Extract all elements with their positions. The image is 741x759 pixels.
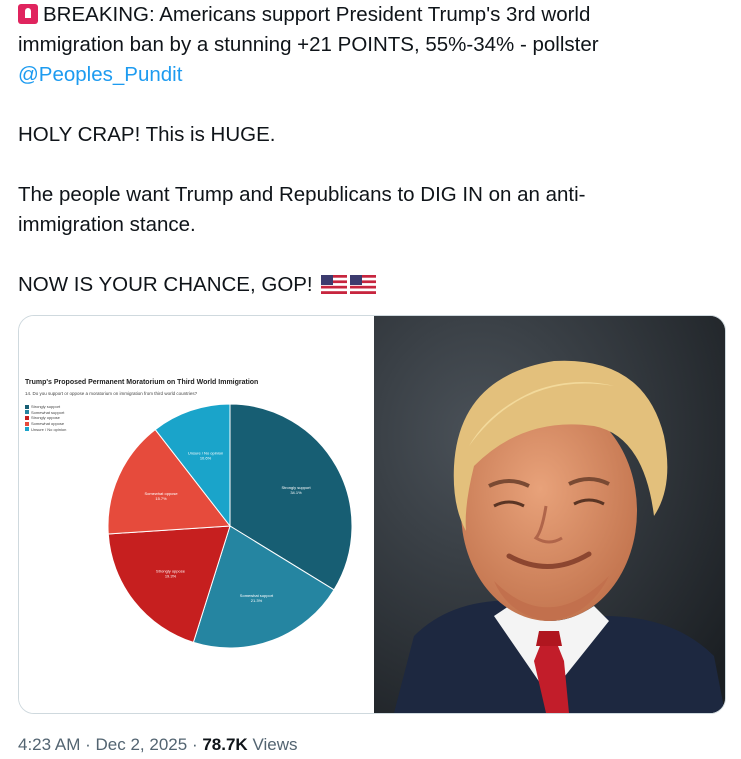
- tweet-text: BREAKING: Americans support President Tr…: [18, 0, 718, 300]
- chart-image[interactable]: Trump's Proposed Permanent Moratorium on…: [19, 316, 373, 713]
- tweet-paragraph-4: NOW IS YOUR CHANCE, GOP!: [18, 273, 313, 296]
- tweet-line-1: BREAKING: Americans support President Tr…: [43, 3, 591, 26]
- police-light-icon: [18, 4, 38, 24]
- tweet-paragraph-2: HOLY CRAP! This is HUGE.: [18, 123, 276, 146]
- us-flag-icon: [321, 275, 348, 294]
- tweet-paragraph-3-line-2: immigration stance.: [18, 213, 196, 236]
- pie-value-label: 10.6%: [200, 455, 212, 460]
- trump-photo[interactable]: [374, 316, 725, 713]
- pie-value-label: 21.3%: [251, 598, 263, 603]
- separator: ·: [85, 735, 91, 754]
- pie-chart: Strongly support34.1%Somewhat support21.…: [107, 403, 353, 649]
- separator: ·: [191, 735, 198, 754]
- media-grid: Trump's Proposed Permanent Moratorium on…: [18, 315, 726, 714]
- portrait-illustration: [374, 316, 725, 713]
- views-count: 78.7K: [202, 735, 248, 754]
- mention-link[interactable]: @Peoples_Pundit: [18, 63, 182, 86]
- tweet-line-2: immigration ban by a stunning +21 POINTS…: [18, 33, 599, 56]
- tweet-footer: 4:23 AM · Dec 2, 2025 · 78.7K Views: [18, 735, 298, 755]
- us-flag-icon: [350, 275, 377, 294]
- views-label: Views: [252, 735, 298, 754]
- pie-value-label: 19.3%: [165, 574, 177, 579]
- pie-value-label: 34.1%: [290, 490, 302, 495]
- tweet-time[interactable]: 4:23 AM: [18, 735, 80, 754]
- tweet-paragraph-3-line-1: The people want Trump and Republicans to…: [18, 183, 586, 206]
- tweet-date[interactable]: Dec 2, 2025: [96, 735, 188, 754]
- pie-value-label: 15.7%: [155, 496, 167, 501]
